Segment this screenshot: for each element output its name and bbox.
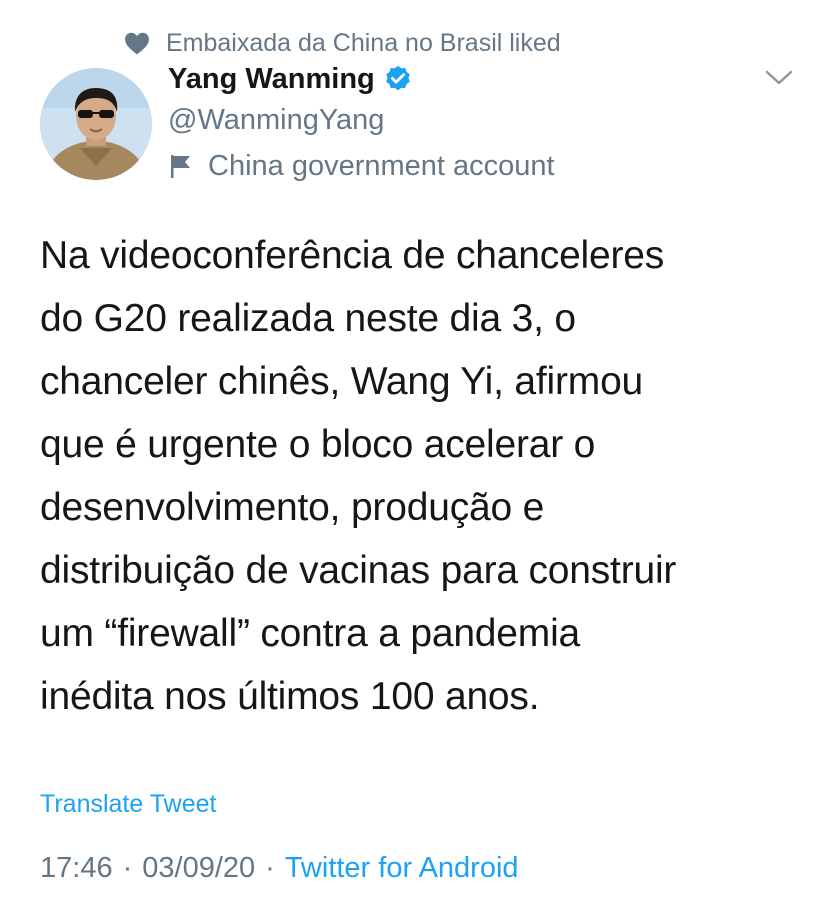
tweet-date: 03/09/20 [142,852,256,884]
flag-icon [170,153,192,179]
author-name-row: Yang Wanming [168,60,555,98]
author-block: Yang Wanming @WanmingYang China governme… [168,60,555,186]
verified-badge-icon [383,64,413,94]
chevron-down-icon[interactable] [764,66,794,90]
translate-tweet-link[interactable]: Translate Tweet [40,790,216,819]
tweet-meta: 17:46 · 03/09/20 · Twitter for Android [40,852,519,885]
social-context-text[interactable]: Embaixada da China no Brasil liked [166,29,561,58]
author-handle[interactable]: @WanmingYang [168,100,555,140]
government-account-text: China government account [208,149,555,182]
avatar[interactable] [40,68,152,180]
meta-separator: · [265,852,275,884]
social-context: Embaixada da China no Brasil liked [124,26,561,60]
meta-separator: · [122,852,133,884]
tweet-text: Na videoconferência de chanceleres do G2… [40,234,677,718]
heart-icon [124,31,150,55]
tweet-source-link[interactable]: Twitter for Android [285,852,519,885]
author-name[interactable]: Yang Wanming [168,63,375,96]
tweet-time: 17:46 [40,852,113,884]
government-account-label[interactable]: China government account [168,146,555,186]
